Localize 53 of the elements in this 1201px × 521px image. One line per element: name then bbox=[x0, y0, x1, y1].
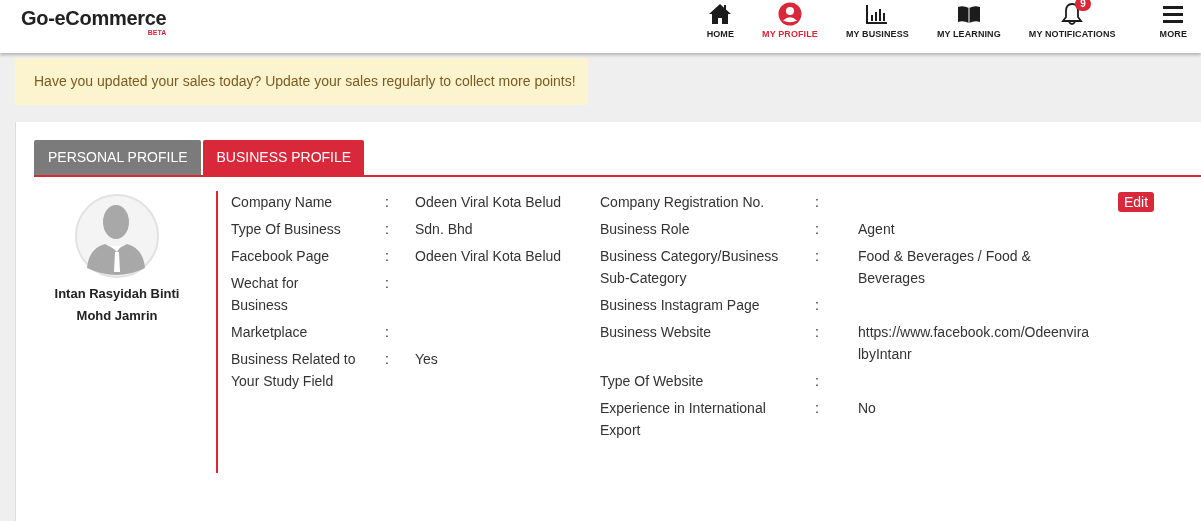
field-label: Business Category/Business Sub-Category bbox=[600, 247, 780, 288]
edit-button[interactable]: Edit bbox=[1118, 192, 1155, 212]
book-icon bbox=[956, 4, 981, 24]
profile-name: Intan Rasyidah Binti Mohd Jamrin bbox=[53, 285, 181, 325]
field-separator: : bbox=[385, 323, 390, 342]
field-value: https://www.facebook.com/OdeenviralbyIntanr bbox=[858, 323, 1090, 364]
field-separator: : bbox=[815, 372, 820, 391]
field-value: No bbox=[858, 399, 877, 418]
field-value: Sdn. Bhd bbox=[415, 220, 474, 239]
field-value: Odeen Viral Kota Belud bbox=[415, 193, 563, 212]
profile-tab[interactable]: BUSINESS PROFILE bbox=[202, 140, 365, 175]
field-value: Yes bbox=[415, 350, 439, 369]
field-value: Agent bbox=[858, 220, 896, 239]
field-separator: : bbox=[815, 323, 820, 342]
field-separator: : bbox=[815, 193, 820, 212]
field-separator: : bbox=[385, 274, 390, 293]
nav-item[interactable]: MY BUSINESS bbox=[845, 0, 909, 39]
field-label: Business Related to Your Study Field bbox=[231, 350, 357, 391]
brand-name: Go-eCommerce bbox=[21, 7, 167, 30]
field-label: Experience in International Export bbox=[600, 399, 767, 440]
field-value: Odeen Viral Kota Belud bbox=[415, 247, 563, 266]
field-separator: : bbox=[385, 220, 390, 239]
nav-item[interactable]: HOME bbox=[706, 0, 735, 39]
nav-item[interactable]: MORE bbox=[1159, 0, 1187, 39]
notification-badge: 9 bbox=[1075, 0, 1091, 11]
bell-icon bbox=[1061, 2, 1084, 26]
avatar-icon bbox=[75, 192, 159, 280]
field-label: Facebook Page bbox=[231, 247, 331, 266]
field-label: Wechat for Business bbox=[231, 274, 300, 315]
bar-chart-icon bbox=[866, 4, 889, 24]
profile-tab[interactable]: PERSONAL PROFILE bbox=[34, 140, 201, 175]
field-separator: : bbox=[385, 247, 390, 266]
field-label: Company Name bbox=[231, 193, 334, 212]
field-value: Food & Beverages / Food & Beverages bbox=[858, 247, 1032, 288]
field-label: Business Website bbox=[600, 323, 712, 342]
menu-icon bbox=[1163, 4, 1184, 24]
field-separator: : bbox=[385, 350, 390, 369]
field-label: Business Role bbox=[600, 220, 691, 239]
field-label: Type Of Website bbox=[600, 372, 705, 391]
notice-banner: Have you updated your sales today? Update your sales regularly to collect more points! bbox=[15, 58, 588, 105]
field-separator: : bbox=[815, 399, 820, 418]
field-label: Company Registration No. bbox=[600, 193, 766, 212]
nav-item[interactable]: 9 MY NOTIFICATIONS bbox=[1028, 0, 1116, 39]
field-label: Type Of Business bbox=[231, 220, 342, 239]
field-separator: : bbox=[815, 247, 820, 266]
field-separator: : bbox=[815, 296, 820, 315]
field-separator: : bbox=[815, 220, 820, 239]
field-label: Marketplace bbox=[231, 323, 309, 342]
nav-item[interactable]: MY LEARNING bbox=[936, 0, 1001, 39]
home-icon bbox=[708, 3, 733, 25]
field-separator: : bbox=[385, 193, 390, 212]
field-label: Business Instagram Page bbox=[600, 296, 761, 315]
nav-item[interactable]: MY PROFILE bbox=[762, 0, 818, 39]
